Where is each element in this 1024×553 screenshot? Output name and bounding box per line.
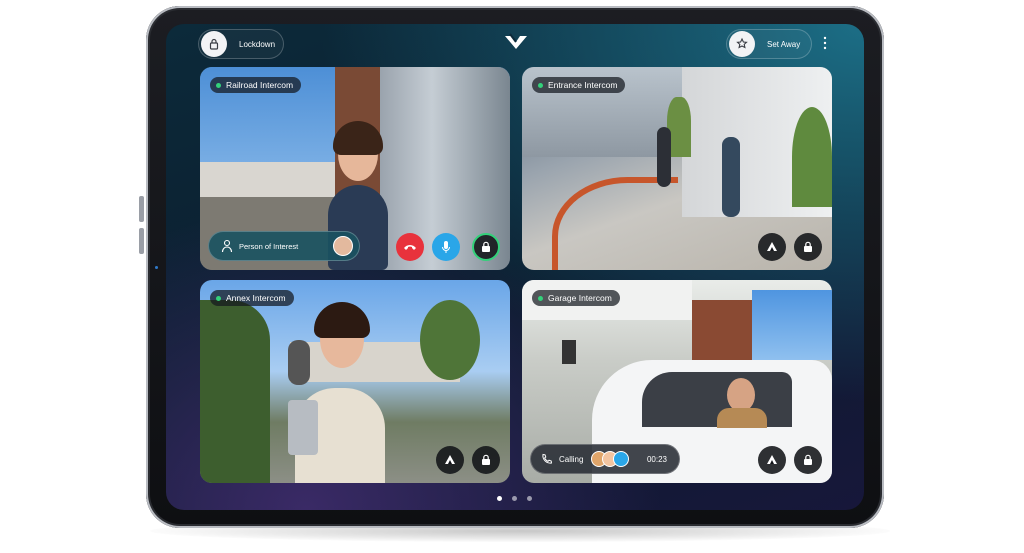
camera-tile-railroad[interactable]: Railroad Intercom Person of Interest <box>200 67 510 270</box>
lockdown-label: Lockdown <box>239 39 276 49</box>
lock-icon <box>201 31 227 57</box>
sky <box>752 290 832 360</box>
person-walking <box>722 137 740 217</box>
poi-avatar <box>333 236 353 256</box>
lock-icon <box>804 454 812 465</box>
unlock-button[interactable] <box>794 233 822 261</box>
driver-face <box>727 378 755 412</box>
camera-tile-garage[interactable]: Garage Intercom Calling 00:23 <box>522 280 832 483</box>
camera-led <box>155 266 158 269</box>
camera-tile-entrance[interactable]: Entrance Intercom <box>522 67 832 270</box>
set-away-button[interactable]: Set Away <box>726 29 812 59</box>
tree <box>200 300 270 483</box>
intercom-device <box>562 340 576 364</box>
pager-dot[interactable] <box>512 496 517 501</box>
calling-banner[interactable]: Calling 00:23 <box>530 444 680 474</box>
lockdown-button[interactable]: Lockdown <box>198 29 284 59</box>
volume-down-button <box>139 228 144 254</box>
background-person <box>288 340 310 385</box>
tile-title: Garage Intercom <box>548 293 612 303</box>
alert-icon <box>767 242 777 251</box>
camera-tile-annex[interactable]: Annex Intercom <box>200 280 510 483</box>
end-call-button[interactable] <box>396 233 424 261</box>
building-backdrop <box>200 162 335 202</box>
pager-dot-active[interactable] <box>497 496 502 501</box>
unlock-button[interactable] <box>794 446 822 474</box>
driver-body <box>717 408 767 428</box>
poi-label: Person of Interest <box>239 241 299 251</box>
set-away-label: Set Away <box>767 39 801 49</box>
tile-title-tag: Entrance Intercom <box>532 77 626 93</box>
callee-avatars <box>591 451 630 467</box>
tile-title: Annex Intercom <box>226 293 286 303</box>
tile-title: Railroad Intercom <box>226 80 294 90</box>
tree <box>420 300 480 380</box>
person-of-interest-banner[interactable]: Person of Interest <box>208 231 360 261</box>
person-walking <box>657 127 671 187</box>
microphone-icon <box>442 241 450 253</box>
avatar <box>613 451 630 467</box>
alert-button[interactable] <box>436 446 464 474</box>
alert-icon <box>445 455 455 464</box>
alert-button[interactable] <box>758 446 786 474</box>
microphone-button[interactable] <box>432 233 460 261</box>
volume-up-button <box>139 196 144 222</box>
verkada-logo-icon <box>505 33 527 49</box>
lock-icon <box>804 241 812 252</box>
online-status-dot <box>538 82 543 88</box>
screen: Lockdown Set Away Railroad Intercom Pers… <box>166 24 864 510</box>
end-call-icon <box>404 245 416 250</box>
unlock-button[interactable] <box>472 233 500 261</box>
tile-title-tag: Annex Intercom <box>210 290 294 306</box>
pager-dot[interactable] <box>527 496 532 501</box>
laptop <box>288 400 318 455</box>
online-status-dot <box>216 295 221 301</box>
call-timer: 00:23 <box>646 454 667 464</box>
online-status-dot <box>216 82 221 88</box>
lock-icon <box>482 241 490 252</box>
tile-title-tag: Garage Intercom <box>532 290 620 306</box>
tile-title-tag: Railroad Intercom <box>210 77 302 93</box>
tile-title: Entrance Intercom <box>548 80 618 90</box>
away-icon <box>729 31 755 57</box>
online-status-dot <box>538 295 543 301</box>
unlock-button[interactable] <box>472 446 500 474</box>
lock-icon <box>482 454 490 465</box>
alert-button[interactable] <box>758 233 786 261</box>
phone-icon <box>542 453 553 464</box>
calling-label: Calling <box>559 454 584 464</box>
alert-icon <box>767 455 777 464</box>
kebab-menu-icon[interactable] <box>822 36 828 50</box>
person-icon <box>221 239 233 253</box>
palm-plant <box>792 107 832 207</box>
